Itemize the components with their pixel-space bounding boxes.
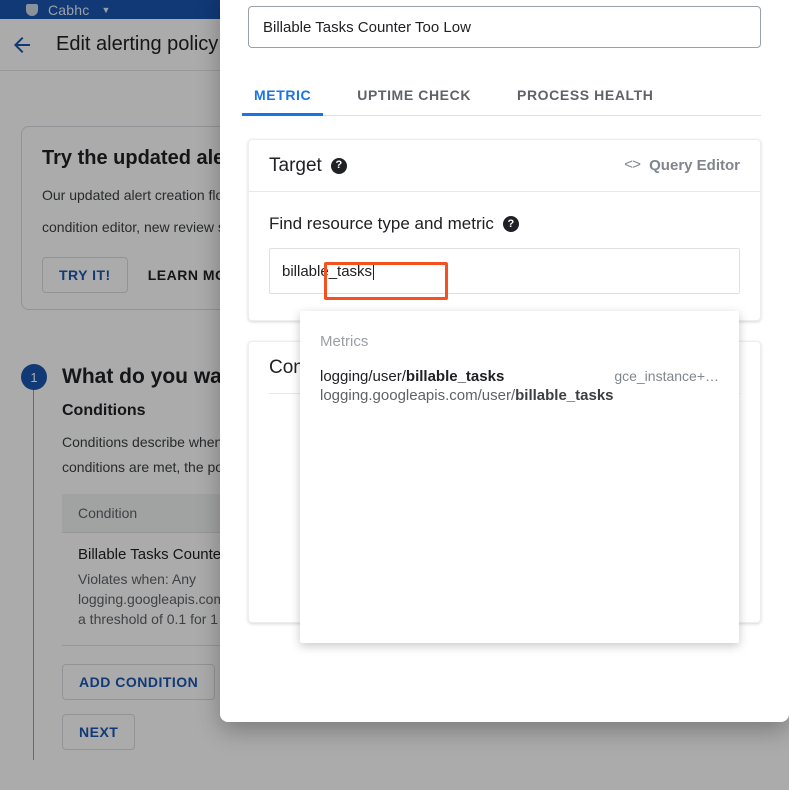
list-item[interactable]: logging/user/billable_tasks gce_instance… — [300, 368, 739, 404]
target-card-header: Target ? <> Query Editor — [249, 140, 760, 192]
dropdown-item-name: logging/user/billable_tasks — [320, 368, 504, 385]
metric-search-value: billable_tasks — [282, 262, 373, 280]
cards-area: Configuration Target ? <> Query Editor F… — [248, 139, 761, 643]
dropdown-item-name-prefix: logging/user/ — [320, 368, 406, 385]
condition-type-tabs: METRIC UPTIME CHECK PROCESS HEALTH — [241, 72, 761, 116]
metric-field-label: Find resource type and metric ? — [269, 214, 740, 234]
query-editor-button[interactable]: <> Query Editor — [624, 157, 740, 174]
metric-autocomplete-dropdown: Metrics logging/user/billable_tasks gce_… — [300, 311, 739, 643]
tab-metric[interactable]: METRIC — [241, 87, 324, 116]
dropdown-item-name-match: billable_tasks — [405, 368, 505, 385]
query-editor-label: Query Editor — [649, 157, 740, 174]
text-cursor — [373, 262, 375, 280]
dropdown-item-resource: gce_instance+… — [614, 368, 719, 384]
target-card-title: Target — [269, 154, 322, 176]
help-icon[interactable]: ? — [502, 216, 519, 232]
condition-editor-dialog: Billable Tasks Counter Too Low METRIC UP… — [220, 0, 789, 722]
help-icon[interactable]: ? — [330, 157, 347, 174]
tab-uptime-check[interactable]: UPTIME CHECK — [351, 87, 477, 115]
dropdown-section-label: Metrics — [320, 333, 369, 350]
dropdown-item-sub-prefix: logging.googleapis.com/user/ — [320, 387, 516, 404]
condition-name-value: Billable Tasks Counter Too Low — [263, 18, 471, 36]
target-card-body: Find resource type and metric ? billable… — [249, 192, 760, 320]
dropdown-item-sub-match: billable_tasks — [515, 387, 614, 404]
code-brackets-icon: <> — [624, 157, 641, 174]
dropdown-item-secondary: logging.googleapis.com/user/billable_tas… — [320, 387, 719, 404]
dropdown-item-primary: logging/user/billable_tasks gce_instance… — [320, 368, 719, 385]
tab-process-health[interactable]: PROCESS HEALTH — [511, 87, 660, 115]
condition-name-input[interactable]: Billable Tasks Counter Too Low — [248, 6, 761, 48]
metric-field-label-text: Find resource type and metric — [269, 214, 494, 233]
target-card: Target ? <> Query Editor Find resource t… — [248, 139, 761, 321]
metric-search-input[interactable]: billable_tasks — [269, 248, 740, 294]
